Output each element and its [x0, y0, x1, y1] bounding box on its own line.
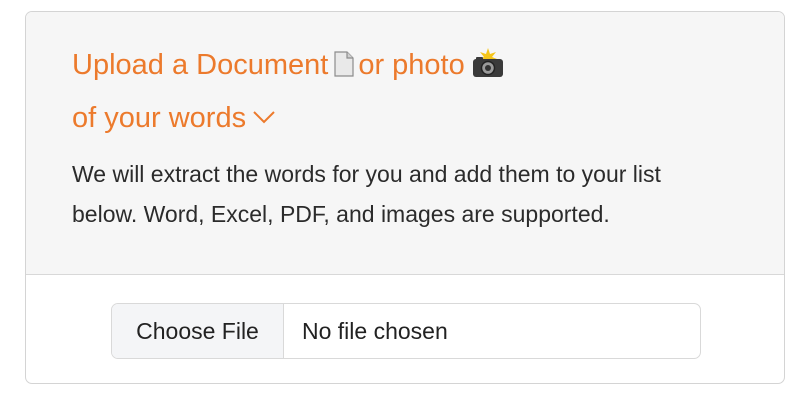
file-status: No file chosen	[302, 317, 448, 344]
camera-flash-icon	[471, 46, 505, 92]
file-input[interactable]: Choose File No file chosen	[111, 303, 701, 359]
upload-heading-photo-text: or photo	[358, 49, 465, 81]
upload-heading-line1: Upload a Document or photo	[72, 42, 592, 92]
upload-heading-words-text: of your words	[72, 102, 247, 134]
upload-description-line1: We will extract the words for you and ad…	[72, 161, 661, 187]
choose-file-button[interactable]: Choose File	[112, 304, 284, 358]
upload-heading-line2: of your words	[72, 92, 592, 141]
upload-card-header: Upload a Document or photo of your words	[26, 12, 784, 275]
document-icon	[334, 45, 354, 91]
chevron-down-icon	[252, 92, 276, 138]
upload-card: Upload a Document or photo of your words	[25, 11, 785, 384]
upload-description-line2: below. Word, Excel, PDF, and images are …	[72, 201, 610, 227]
upload-description: We will extract the words for you and ad…	[72, 154, 752, 234]
upload-toggle[interactable]: Upload a Document or photo of your words	[72, 42, 592, 141]
upload-heading-text: Upload a Document	[72, 49, 329, 81]
